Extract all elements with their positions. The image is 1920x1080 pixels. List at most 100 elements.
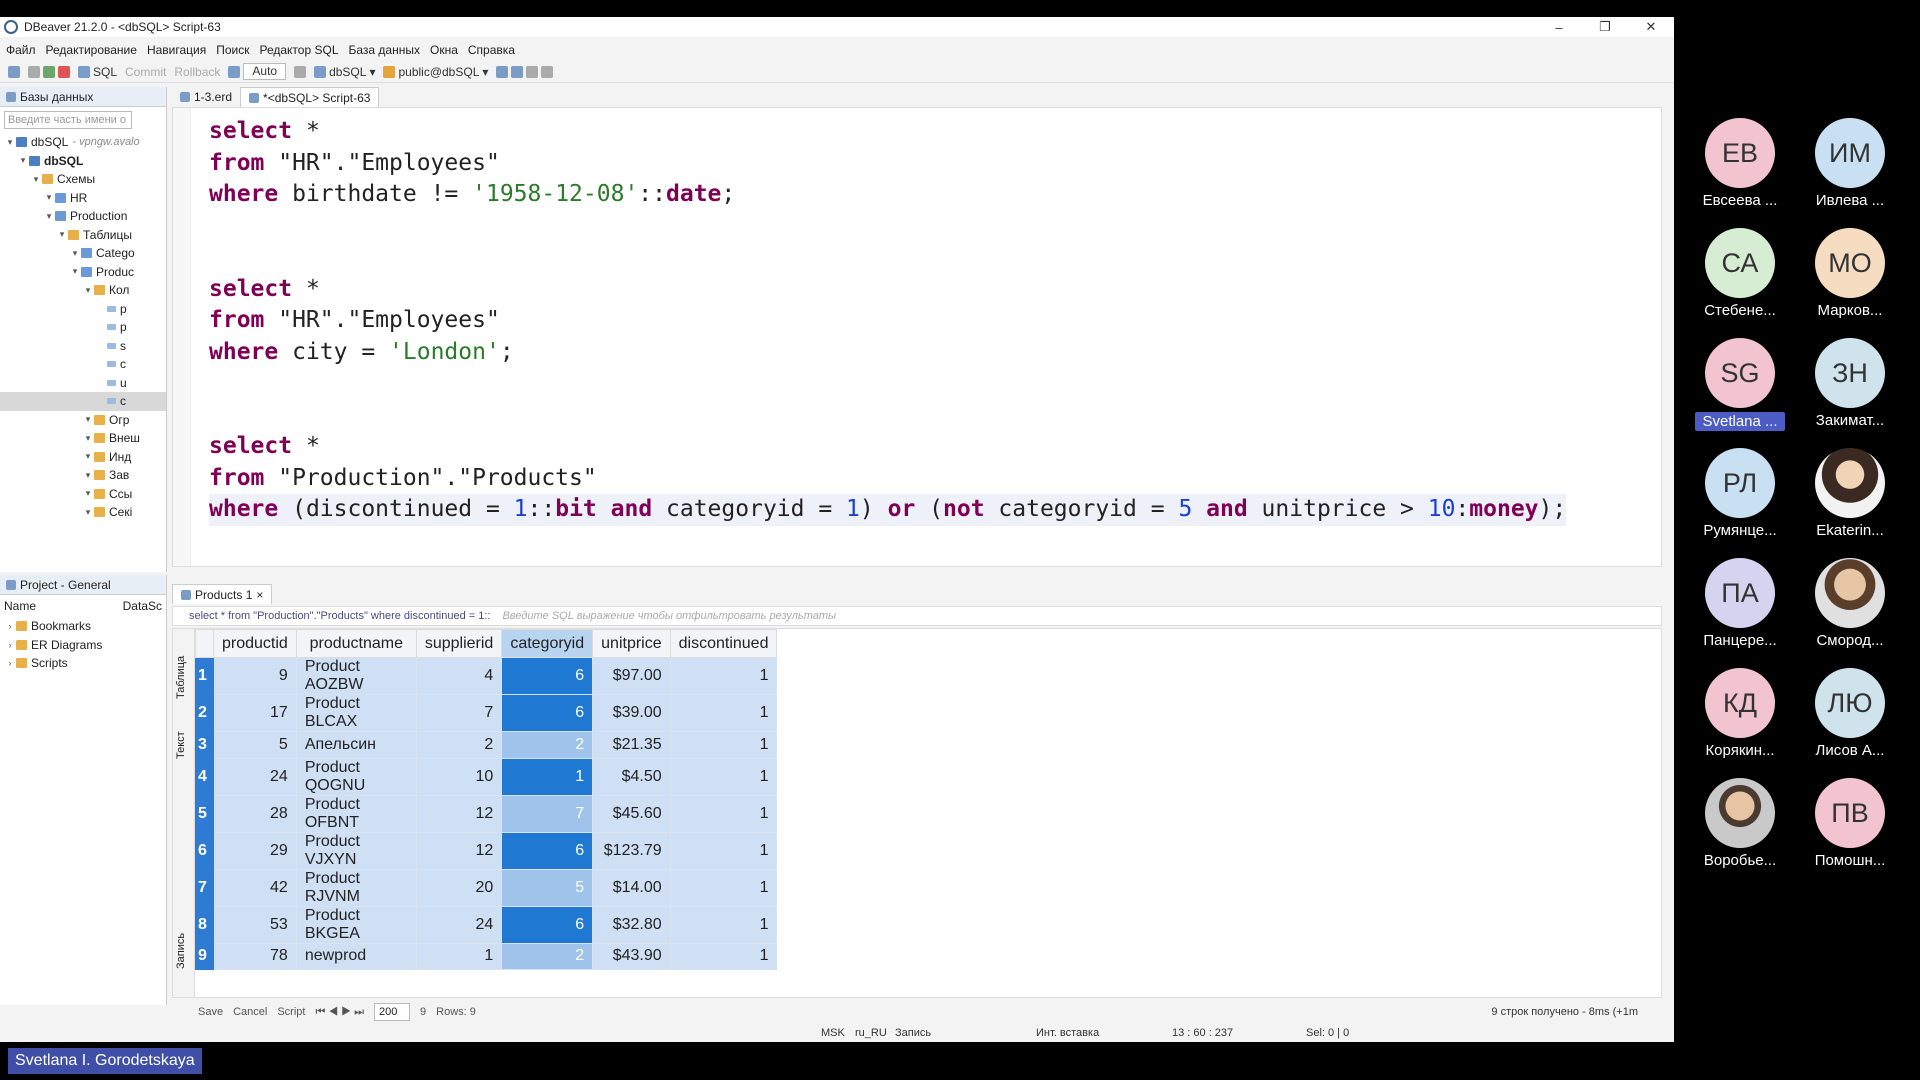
participant-tile[interactable]: РЛ Румянце... (1690, 448, 1790, 539)
view-tab-record[interactable]: Запись (175, 933, 187, 969)
table-cell[interactable]: 9 (213, 657, 297, 695)
row-number[interactable]: 5 (195, 794, 214, 833)
tree-expand-icon[interactable]: ▾ (82, 451, 94, 462)
table-cell[interactable]: Product BLCAX (295, 694, 417, 732)
table-cell[interactable]: 6 (501, 905, 594, 944)
tree-expand-icon[interactable]: ▾ (4, 137, 16, 148)
project-item[interactable]: › ER Diagrams (0, 636, 166, 655)
row-number[interactable]: 9 (195, 942, 214, 970)
row-number[interactable]: 6 (195, 831, 214, 870)
cancel-button[interactable]: Cancel (233, 1006, 267, 1018)
table-cell[interactable]: $45.60 (592, 794, 671, 833)
table-cell[interactable]: 17 (213, 694, 297, 732)
tree-expand-icon[interactable]: ▾ (82, 414, 94, 425)
table-cell[interactable]: $123.79 (592, 831, 671, 870)
table-cell[interactable]: 1 (669, 942, 778, 970)
participant-tile[interactable]: ПА Панцере... (1690, 558, 1790, 649)
db-tree-item[interactable]: ▾ dbSQL - vpngw.avalo (0, 133, 166, 152)
table-row[interactable]: 3 5 Апельсин 2 2 $21.35 1 (195, 731, 778, 759)
tree-expand-icon[interactable]: ▾ (56, 229, 68, 240)
rollback-button[interactable]: Rollback (174, 65, 220, 79)
participant-tile[interactable]: ПВ Помошн... (1800, 778, 1900, 869)
db-tree-item[interactable]: s (0, 337, 166, 356)
table-cell[interactable]: 42 (213, 868, 297, 907)
datasource-selector[interactable]: dbSQL ▾ (314, 65, 375, 79)
tree-expand-icon[interactable]: › (4, 658, 16, 668)
db-tree-item[interactable]: ▾ Кол (0, 281, 166, 300)
project-tab[interactable]: Project - General (0, 575, 166, 595)
column-header[interactable]: discontinued (669, 629, 778, 658)
db-tree-item[interactable]: ▾ Таблицы (0, 226, 166, 245)
table-cell[interactable]: 4 (415, 657, 503, 695)
participant-tile[interactable]: СА Стебене... (1690, 228, 1790, 319)
results-tab[interactable]: Products 1 × (172, 584, 273, 604)
table-cell[interactable]: 20 (415, 868, 503, 907)
column-header[interactable]: productid (213, 629, 297, 658)
table-cell[interactable]: Апельсин (295, 731, 417, 759)
table-row[interactable]: 1 9 Product AOZBW 4 6 $97.00 1 (195, 657, 778, 695)
table-row[interactable]: 9 78 newprod 1 2 $43.90 1 (195, 942, 778, 970)
db-tree-item[interactable]: p (0, 300, 166, 319)
table-cell[interactable]: 28 (213, 794, 297, 833)
participant-tile[interactable]: Воробье... (1690, 778, 1790, 869)
db-tree-item[interactable]: ▾ Produc (0, 263, 166, 282)
table-cell[interactable]: 12 (415, 794, 503, 833)
row-number[interactable]: 1 (195, 657, 214, 695)
table-cell[interactable]: 53 (213, 905, 297, 944)
tree-expand-icon[interactable]: ▾ (82, 433, 94, 444)
table-cell[interactable]: 6 (501, 657, 594, 695)
db-tree-item[interactable]: ▾ Схемы (0, 170, 166, 189)
table-cell[interactable]: 1 (669, 694, 778, 732)
db-tree-item[interactable]: ▾ dbSQL (0, 152, 166, 171)
column-header[interactable]: unitprice (592, 629, 671, 658)
tree-expand-icon[interactable]: ▾ (82, 285, 94, 296)
db-tree-item[interactable]: ▾ Огр (0, 411, 166, 430)
table-cell[interactable]: $21.35 (592, 731, 671, 759)
table-cell[interactable]: 1 (669, 731, 778, 759)
table-cell[interactable]: 1 (669, 868, 778, 907)
menu-item[interactable]: База данных (349, 43, 420, 57)
db-tree-item[interactable]: ▾ Catego (0, 244, 166, 263)
menu-item[interactable]: Редактирование (46, 43, 137, 57)
db-filter-input[interactable]: Введите часть имени о (4, 111, 132, 129)
restore-button[interactable]: ❐ (1582, 17, 1628, 37)
table-cell[interactable]: 1 (669, 657, 778, 695)
tree-expand-icon[interactable]: ▾ (69, 248, 81, 259)
results-filter-input[interactable]: Введите SQL выражение чтобы отфильтроват… (502, 610, 836, 622)
results-filter-bar[interactable]: select * from "Production"."Products" wh… (172, 606, 1662, 626)
commit-button[interactable]: Commit (125, 65, 166, 79)
menu-item[interactable]: Навигация (147, 43, 206, 57)
row-number[interactable]: 3 (195, 731, 214, 759)
tree-expand-icon[interactable]: ▾ (82, 488, 94, 499)
table-cell[interactable]: Product BKGEA (295, 905, 417, 944)
nav-back-icon[interactable] (8, 65, 20, 78)
db-tree-item[interactable]: ▾ Инд (0, 448, 166, 467)
table-cell[interactable]: 12 (415, 831, 503, 870)
table-cell[interactable]: 7 (415, 694, 503, 732)
participant-tile[interactable]: ЛЮ Лисов А... (1800, 668, 1900, 759)
db-tree-item[interactable]: ▾ HR (0, 189, 166, 208)
table-cell[interactable]: 1 (415, 942, 503, 970)
script-button[interactable]: Script (277, 1006, 305, 1018)
tree-expand-icon[interactable]: ▾ (30, 174, 42, 185)
tree-expand-icon[interactable]: ▾ (69, 266, 81, 277)
minimize-button[interactable]: – (1536, 17, 1582, 37)
participant-tile[interactable]: SG Svetlana ... (1690, 338, 1790, 431)
close-button[interactable]: ✕ (1628, 17, 1674, 37)
column-header[interactable]: categoryid (501, 629, 594, 658)
tree-expand-icon[interactable]: ▾ (82, 507, 94, 518)
menu-item[interactable]: Файл (6, 43, 36, 57)
table-row[interactable]: 4 24 Product QOGNU 10 1 $4.50 1 (195, 757, 778, 796)
table-cell[interactable]: 6 (501, 694, 594, 732)
table-cell[interactable]: 7 (501, 794, 594, 833)
table-cell[interactable]: 1 (669, 757, 778, 796)
table-cell[interactable]: 1 (501, 757, 594, 796)
participant-tile[interactable]: Смород... (1800, 558, 1900, 649)
project-item[interactable]: › Bookmarks (0, 617, 166, 636)
table-cell[interactable]: 1 (669, 794, 778, 833)
table-cell[interactable]: Product RJVNM (295, 868, 417, 907)
save-button[interactable]: Save (198, 1006, 223, 1018)
table-cell[interactable]: 24 (415, 905, 503, 944)
db-tree-item[interactable]: ▾ Production (0, 207, 166, 226)
table-cell[interactable]: $97.00 (592, 657, 671, 695)
